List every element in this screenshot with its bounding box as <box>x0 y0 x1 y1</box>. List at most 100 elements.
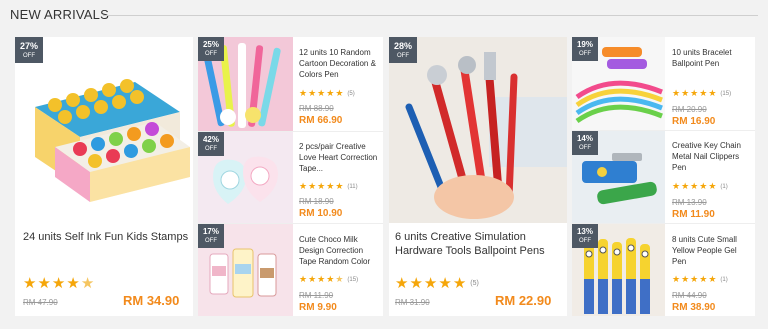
product-name[interactable]: 2 pcs/pair Creative Love Heart Correctio… <box>299 141 381 174</box>
star-icon: ★ <box>690 181 699 191</box>
discount-badge: 13% OFF <box>572 224 598 248</box>
star-icon: ★ <box>452 275 467 292</box>
old-price: RM 18.90 <box>299 197 334 206</box>
discount-badge: 42% OFF <box>198 132 224 156</box>
discount-off-label: OFF <box>579 51 591 57</box>
star-icon: ★ <box>672 274 681 284</box>
product-card-bracelet-pen[interactable]: 19% OFF 10 units Bracelet Ballpoint Pen … <box>572 37 755 130</box>
star-icon: ★ <box>681 274 690 284</box>
star-icon: ★ <box>23 275 37 292</box>
star-icon: ★ <box>51 275 66 292</box>
star-icon: ★ <box>308 274 317 284</box>
old-price: RM 44.90 <box>672 291 707 300</box>
star-icon: ★ <box>672 181 681 191</box>
title-divider <box>103 15 758 16</box>
product-name[interactable]: 12 units 10 Random Cartoon Decoration & … <box>299 47 381 80</box>
review-count: (11) <box>347 183 358 190</box>
star-icon: ★ <box>299 274 308 284</box>
discount-badge: 17% OFF <box>198 224 224 248</box>
product-card-clipper-pen[interactable]: 14% OFF Creative Key Chain Metal Nail Cl… <box>572 130 755 223</box>
product-card-tool-pens[interactable]: 28% OFF 6 units Creative Simulation Hard… <box>389 37 567 316</box>
old-price: RM 47.90 <box>23 298 58 307</box>
review-count: (5) <box>470 280 479 287</box>
rating-stars: ★ ★ ★ ★ ★ (1) <box>672 275 728 284</box>
discount-off-label: OFF <box>205 51 217 57</box>
review-count: (15) <box>347 276 359 283</box>
star-icon: ★ <box>699 274 708 284</box>
star-icon: ★ <box>672 88 681 98</box>
star-icon: ★ <box>708 274 717 284</box>
half-star-icon: ★ <box>80 275 95 292</box>
product-card-milk-tape[interactable]: 17% OFF Cute Choco Milk Design Correctio… <box>198 223 383 316</box>
old-price: RM 20.90 <box>672 105 707 114</box>
discount-percent: 17% <box>202 227 219 236</box>
sale-price: RM 9.90 <box>299 302 337 313</box>
star-icon: ★ <box>335 181 344 191</box>
product-card-stamps[interactable]: 27% OFF 24 units Self Ink Fun Kids Stamp… <box>15 37 193 316</box>
discount-off-label: OFF <box>397 53 409 59</box>
product-name[interactable]: 10 units Bracelet Ballpoint Pen <box>672 47 752 69</box>
old-price: RM 11.90 <box>299 291 334 300</box>
star-icon: ★ <box>326 181 335 191</box>
sale-price: RM 38.90 <box>672 302 716 313</box>
discount-off-label: OFF <box>205 238 217 244</box>
star-icon: ★ <box>690 88 699 98</box>
product-name[interactable]: 24 units Self Ink Fun Kids Stamps <box>23 230 193 244</box>
star-icon: ★ <box>317 181 326 191</box>
rating-stars: ★ ★ ★ ★ ★ (1) <box>672 182 728 191</box>
sale-price: RM 34.90 <box>123 293 180 308</box>
product-image-tool-pens[interactable] <box>389 37 567 223</box>
discount-percent: 42% <box>202 135 219 144</box>
sale-price: RM 22.90 <box>495 293 552 308</box>
star-icon: ★ <box>708 181 717 191</box>
discount-badge: 28% OFF <box>389 37 417 63</box>
section-title: NEW ARRIVALS <box>10 7 109 22</box>
star-icon: ★ <box>423 275 438 292</box>
product-name[interactable]: 8 units Cute Small Yellow People Gel Pen <box>672 234 752 267</box>
star-icon: ★ <box>690 274 699 284</box>
review-count: (1) <box>720 276 728 283</box>
star-icon: ★ <box>299 88 308 98</box>
product-card-heart-tape[interactable]: 42% OFF 2 pcs/pair Creative Love Heart C… <box>198 131 383 223</box>
discount-percent: 27% <box>19 41 38 51</box>
discount-percent: 28% <box>393 41 412 51</box>
sale-price: RM 11.90 <box>672 209 715 220</box>
half-star-icon: ★ <box>335 274 344 284</box>
discount-badge: 14% OFF <box>572 131 598 155</box>
star-icon: ★ <box>37 275 51 292</box>
discount-percent: 19% <box>576 40 593 49</box>
discount-percent: 14% <box>576 134 593 143</box>
star-icon: ★ <box>699 181 708 191</box>
product-card-minion-pen[interactable]: 13% OFF 8 units Cute Small Yellow People… <box>572 223 755 316</box>
rating-stars: ★ ★ ★ ★ ★ (11) <box>299 182 358 191</box>
sale-price: RM 10.90 <box>299 208 343 219</box>
star-icon: ★ <box>438 275 452 292</box>
product-card-cartoon-pens[interactable]: 25% OFF 12 units 10 Random Cartoon Decor… <box>198 37 383 131</box>
star-icon: ★ <box>317 274 326 284</box>
discount-off-label: OFF <box>579 238 591 244</box>
discount-percent: 25% <box>202 40 219 49</box>
rating-stars: ★ ★ ★ ★ ★ (5) <box>299 89 355 98</box>
star-icon: ★ <box>308 181 317 191</box>
discount-off-label: OFF <box>23 53 35 59</box>
review-count: (1) <box>720 183 728 190</box>
product-name[interactable]: Creative Key Chain Metal Nail Clippers P… <box>672 140 752 173</box>
star-icon: ★ <box>308 88 317 98</box>
old-price: RM 88.90 <box>299 104 334 113</box>
product-name[interactable]: 6 units Creative Simulation Hardware Too… <box>395 230 565 258</box>
old-price: RM 31.90 <box>395 298 430 307</box>
star-icon: ★ <box>335 88 344 98</box>
star-icon: ★ <box>326 88 335 98</box>
star-icon: ★ <box>326 274 335 284</box>
discount-badge: 27% OFF <box>15 37 43 63</box>
rating-stars: ★ ★ ★ ★ ★ (5) <box>395 276 479 291</box>
review-count: (5) <box>347 90 355 97</box>
old-price: RM 13.90 <box>672 198 707 207</box>
product-name[interactable]: Cute Choco Milk Design Correction Tape R… <box>299 234 381 267</box>
discount-off-label: OFF <box>205 146 217 152</box>
rating-stars: ★ ★ ★ ★ ★ (15) <box>672 89 731 98</box>
star-icon: ★ <box>395 275 409 292</box>
star-icon: ★ <box>708 88 717 98</box>
sale-price: RM 16.90 <box>672 116 716 127</box>
star-icon: ★ <box>317 88 326 98</box>
